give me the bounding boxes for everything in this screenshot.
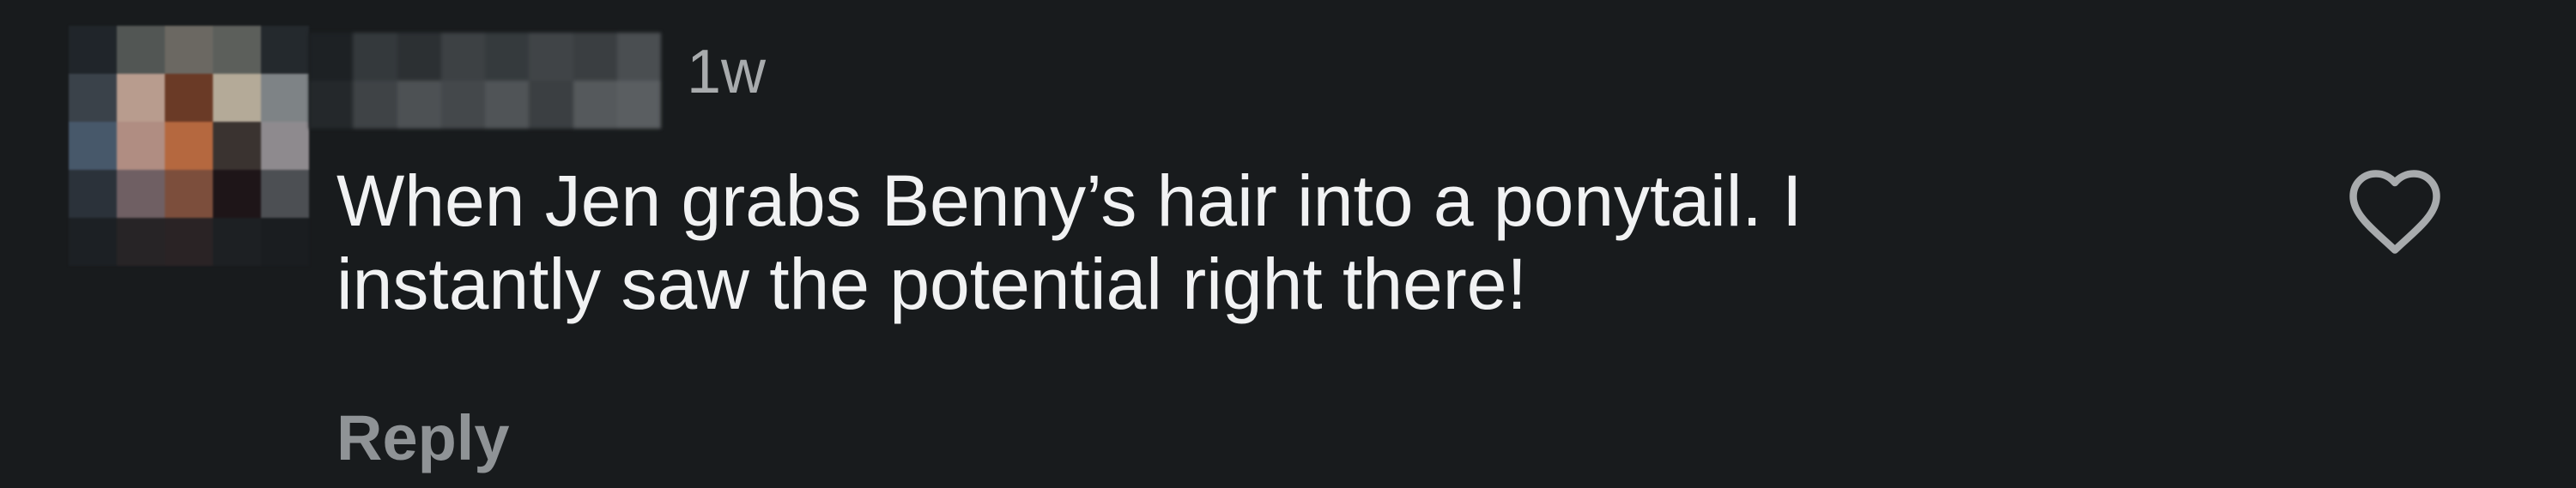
avatar[interactable] — [69, 26, 309, 266]
heart-outline-icon[interactable] — [2343, 163, 2446, 257]
comment-text: When Jen grabs Benny’s hair into a ponyt… — [336, 160, 1803, 325]
comment-item: 1w When Jen grabs Benny’s hair into a po… — [0, 0, 2576, 488]
comment-timestamp: 1w — [687, 38, 767, 106]
reply-button[interactable]: Reply — [336, 407, 510, 470]
username[interactable] — [309, 33, 661, 129]
